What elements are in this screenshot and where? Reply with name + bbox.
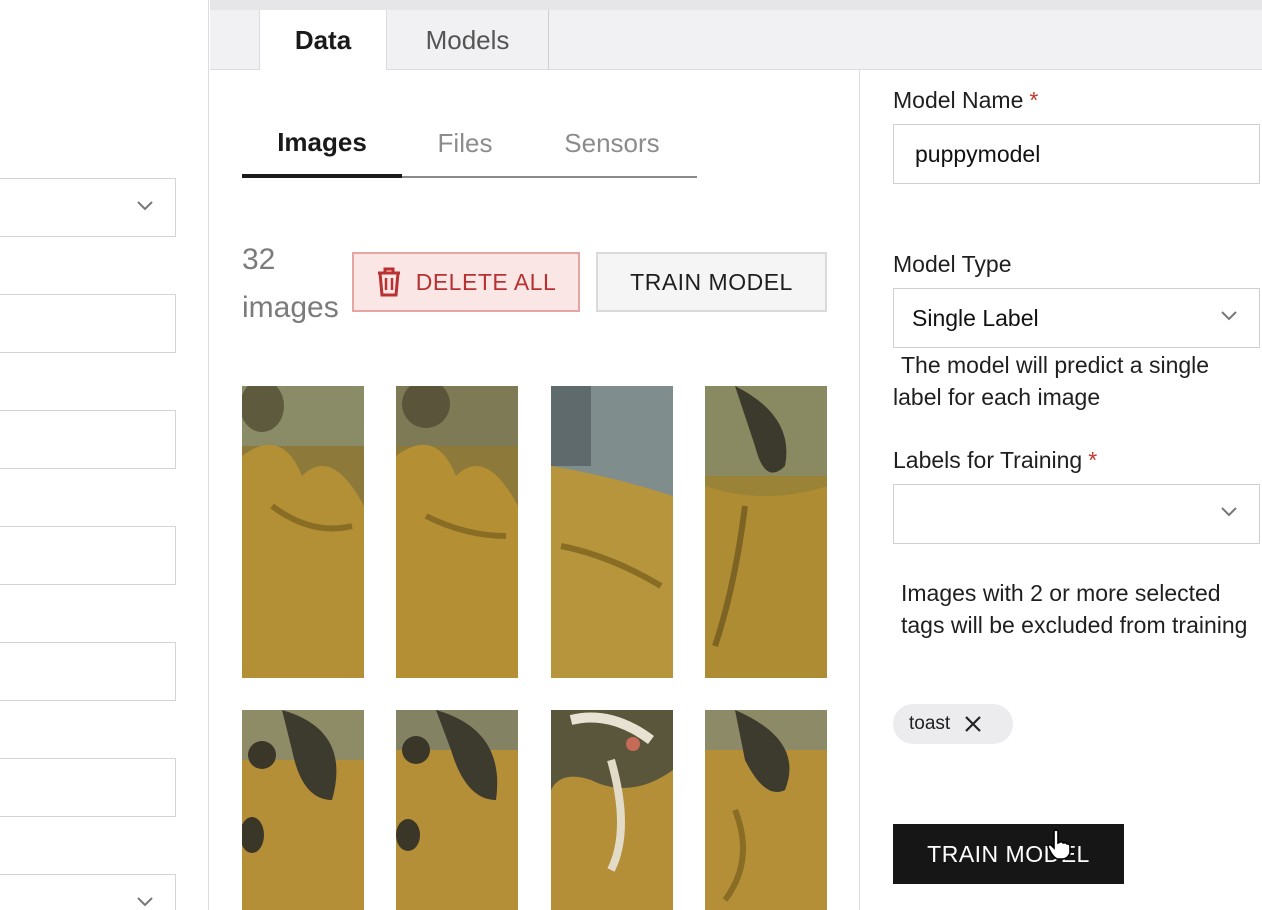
data-panel: Images Files Sensors 32 images DELETE AL… [210, 70, 860, 910]
model-form-panel: Model Name * puppymodel Model Type Single… [861, 70, 1262, 910]
left-input-6[interactable] [0, 758, 176, 817]
model-type-label: Model Type [893, 251, 1012, 277]
tab-data[interactable]: Data [259, 10, 387, 71]
chevron-down-icon [1221, 507, 1237, 517]
image-thumbnail[interactable] [551, 386, 673, 678]
tab-models[interactable]: Models [387, 10, 549, 70]
tag-chip-label: toast [909, 713, 951, 734]
left-select-7[interactable] [0, 874, 176, 910]
delete-all-button[interactable]: DELETE ALL [352, 252, 580, 312]
model-type-select[interactable]: Single Label [893, 288, 1260, 348]
labels-for-training-select[interactable] [893, 484, 1260, 544]
left-input-3[interactable] [0, 410, 176, 469]
image-thumbnail[interactable] [242, 386, 364, 678]
trash-icon [377, 267, 400, 297]
image-count-unit: images [242, 291, 339, 324]
model-name-input[interactable]: puppymodel [893, 124, 1260, 184]
train-model-secondary-label: TRAIN MODEL [630, 268, 793, 295]
data-subtabs: Images Files Sensors [242, 110, 697, 178]
labels-for-training-label-text: Labels for Training [893, 447, 1083, 473]
subtab-sensors[interactable]: Sensors [542, 110, 682, 176]
image-thumbnail[interactable] [396, 710, 518, 910]
close-icon[interactable] [964, 715, 982, 733]
image-thumbnail[interactable] [705, 710, 827, 910]
labels-help: Images with 2 or more selected tags will… [901, 580, 1248, 638]
left-form-column [0, 0, 209, 910]
delete-all-label: DELETE ALL [415, 268, 557, 295]
image-count-number: 32 [242, 243, 276, 276]
hand-pointer-icon [1047, 829, 1071, 860]
model-type-value: Single Label [912, 304, 1039, 331]
labels-for-training-label: Labels for Training * [893, 447, 1097, 474]
model-name-label-text: Model Name [893, 87, 1024, 113]
chevron-down-icon [137, 897, 153, 907]
model-type-help: The model will predict a single label fo… [893, 352, 1210, 410]
image-thumbnail[interactable] [551, 710, 673, 910]
train-model-secondary-button[interactable]: TRAIN MODEL [596, 252, 827, 312]
image-thumbnail[interactable] [242, 710, 364, 910]
chevron-down-icon [137, 201, 153, 211]
model-name-label: Model Name * [893, 87, 1038, 114]
image-thumbnail[interactable] [705, 386, 827, 678]
tag-chip: toast [893, 704, 1013, 744]
image-count: 32 images [242, 236, 362, 332]
required-marker: * [1088, 447, 1098, 473]
subtab-images[interactable]: Images [242, 110, 402, 178]
left-input-2[interactable] [0, 294, 176, 353]
model-name-value: puppymodel [915, 140, 1041, 167]
left-select-1[interactable] [0, 178, 176, 237]
left-input-5[interactable] [0, 642, 176, 701]
subtab-files[interactable]: Files [402, 110, 528, 176]
image-thumbnail[interactable] [396, 386, 518, 678]
left-input-4[interactable] [0, 526, 176, 585]
chevron-down-icon [1221, 311, 1237, 321]
required-marker: * [1029, 87, 1039, 113]
train-model-button[interactable]: TRAIN MODEL [893, 824, 1124, 884]
top-tab-bar: Data Models [210, 0, 1262, 71]
app-root: Data Models Images Files Sensors 32 imag… [0, 0, 1262, 910]
